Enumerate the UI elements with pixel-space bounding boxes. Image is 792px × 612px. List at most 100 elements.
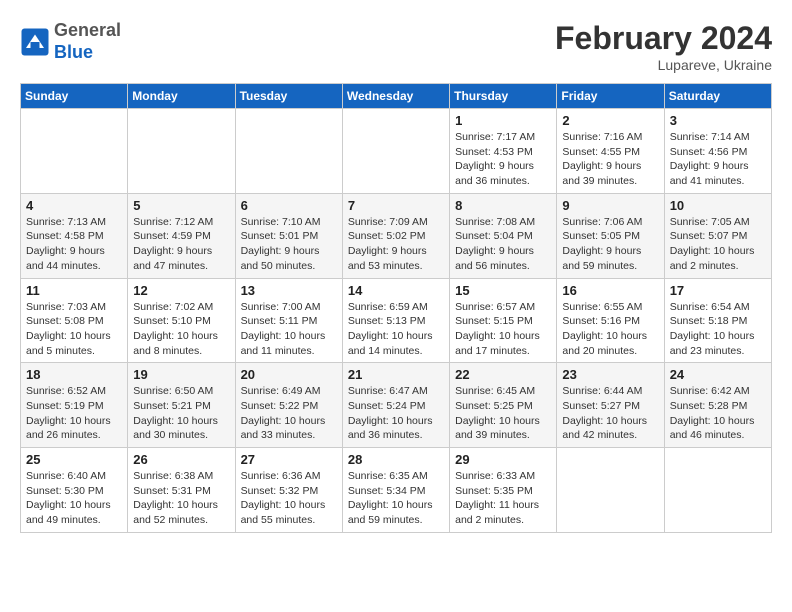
week-row-4: 25 Sunrise: 6:40 AM Sunset: 5:30 PM Dayli… xyxy=(21,448,772,533)
day-info: Sunrise: 7:00 AM Sunset: 5:11 PM Dayligh… xyxy=(241,300,337,359)
day-cell: 6 Sunrise: 7:10 AM Sunset: 5:01 PM Daylig… xyxy=(235,193,342,278)
day-number: 16 xyxy=(562,283,658,298)
day-cell: 14 Sunrise: 6:59 AM Sunset: 5:13 PM Dayli… xyxy=(342,278,449,363)
day-number: 10 xyxy=(670,198,766,213)
day-number: 28 xyxy=(348,452,444,467)
day-number: 1 xyxy=(455,113,551,128)
day-cell: 24 Sunrise: 6:42 AM Sunset: 5:28 PM Dayli… xyxy=(664,363,771,448)
location: Lupareve, Ukraine xyxy=(555,57,772,73)
day-cell: 10 Sunrise: 7:05 AM Sunset: 5:07 PM Dayli… xyxy=(664,193,771,278)
day-number: 11 xyxy=(26,283,122,298)
day-cell: 3 Sunrise: 7:14 AM Sunset: 4:56 PM Daylig… xyxy=(664,109,771,194)
day-cell: 1 Sunrise: 7:17 AM Sunset: 4:53 PM Daylig… xyxy=(450,109,557,194)
day-info: Sunrise: 7:16 AM Sunset: 4:55 PM Dayligh… xyxy=(562,130,658,189)
day-number: 29 xyxy=(455,452,551,467)
logo-line2: Blue xyxy=(54,42,121,64)
day-cell: 27 Sunrise: 6:36 AM Sunset: 5:32 PM Dayli… xyxy=(235,448,342,533)
day-cell: 18Sunrise: 6:52 AM Sunset: 5:19 PM Dayli… xyxy=(21,363,128,448)
day-number: 6 xyxy=(241,198,337,213)
day-info: Sunrise: 6:33 AM Sunset: 5:35 PM Dayligh… xyxy=(455,469,551,528)
day-cell: 8Sunrise: 7:08 AM Sunset: 5:04 PM Daylig… xyxy=(450,193,557,278)
weekday-header-row: SundayMondayTuesdayWednesdayThursdayFrid… xyxy=(21,84,772,109)
day-info: Sunrise: 7:14 AM Sunset: 4:56 PM Dayligh… xyxy=(670,130,766,189)
day-cell xyxy=(21,109,128,194)
page: General Blue February 2024 Lupareve, Ukr… xyxy=(0,0,792,543)
day-info: Sunrise: 6:55 AM Sunset: 5:16 PM Dayligh… xyxy=(562,300,658,359)
day-number: 13 xyxy=(241,283,337,298)
week-row-3: 18Sunrise: 6:52 AM Sunset: 5:19 PM Dayli… xyxy=(21,363,772,448)
day-cell: 26 Sunrise: 6:38 AM Sunset: 5:31 PM Dayli… xyxy=(128,448,235,533)
day-cell: 5 Sunrise: 7:12 AM Sunset: 4:59 PM Daylig… xyxy=(128,193,235,278)
day-number: 12 xyxy=(133,283,229,298)
day-number: 27 xyxy=(241,452,337,467)
day-cell xyxy=(342,109,449,194)
day-number: 26 xyxy=(133,452,229,467)
day-number: 22 xyxy=(455,367,551,382)
day-info: Sunrise: 6:59 AM Sunset: 5:13 PM Dayligh… xyxy=(348,300,444,359)
day-info: Sunrise: 6:36 AM Sunset: 5:32 PM Dayligh… xyxy=(241,469,337,528)
day-cell xyxy=(235,109,342,194)
day-info: Sunrise: 6:45 AM Sunset: 5:25 PM Dayligh… xyxy=(455,384,551,443)
weekday-friday: Friday xyxy=(557,84,664,109)
day-info: Sunrise: 6:42 AM Sunset: 5:28 PM Dayligh… xyxy=(670,384,766,443)
day-cell: 7 Sunrise: 7:09 AM Sunset: 5:02 PM Daylig… xyxy=(342,193,449,278)
logo-text: General Blue xyxy=(54,20,121,63)
weekday-monday: Monday xyxy=(128,84,235,109)
day-number: 14 xyxy=(348,283,444,298)
day-cell: 11 Sunrise: 7:03 AM Sunset: 5:08 PM Dayli… xyxy=(21,278,128,363)
weekday-saturday: Saturday xyxy=(664,84,771,109)
day-info: Sunrise: 6:38 AM Sunset: 5:31 PM Dayligh… xyxy=(133,469,229,528)
day-cell: 20 Sunrise: 6:49 AM Sunset: 5:22 PM Dayli… xyxy=(235,363,342,448)
weekday-sunday: Sunday xyxy=(21,84,128,109)
day-info: Sunrise: 7:17 AM Sunset: 4:53 PM Dayligh… xyxy=(455,130,551,189)
day-cell xyxy=(557,448,664,533)
day-cell: 13 Sunrise: 7:00 AM Sunset: 5:11 PM Dayli… xyxy=(235,278,342,363)
day-info: Sunrise: 6:54 AM Sunset: 5:18 PM Dayligh… xyxy=(670,300,766,359)
day-number: 2 xyxy=(562,113,658,128)
week-row-1: 4 Sunrise: 7:13 AM Sunset: 4:58 PM Daylig… xyxy=(21,193,772,278)
day-info: Sunrise: 6:50 AM Sunset: 5:21 PM Dayligh… xyxy=(133,384,229,443)
day-number: 20 xyxy=(241,367,337,382)
day-info: Sunrise: 7:13 AM Sunset: 4:58 PM Dayligh… xyxy=(26,215,122,274)
day-cell: 9 Sunrise: 7:06 AM Sunset: 5:05 PM Daylig… xyxy=(557,193,664,278)
day-info: Sunrise: 6:40 AM Sunset: 5:30 PM Dayligh… xyxy=(26,469,122,528)
logo-line1: General xyxy=(54,20,121,42)
day-number: 9 xyxy=(562,198,658,213)
day-info: Sunrise: 7:06 AM Sunset: 5:05 PM Dayligh… xyxy=(562,215,658,274)
day-info: Sunrise: 6:52 AM Sunset: 5:19 PM Dayligh… xyxy=(26,384,122,443)
logo: General Blue xyxy=(20,20,121,63)
day-info: Sunrise: 6:57 AM Sunset: 5:15 PM Dayligh… xyxy=(455,300,551,359)
day-cell: 22 Sunrise: 6:45 AM Sunset: 5:25 PM Dayli… xyxy=(450,363,557,448)
day-number: 4 xyxy=(26,198,122,213)
day-info: Sunrise: 7:03 AM Sunset: 5:08 PM Dayligh… xyxy=(26,300,122,359)
day-info: Sunrise: 6:49 AM Sunset: 5:22 PM Dayligh… xyxy=(241,384,337,443)
day-number: 7 xyxy=(348,198,444,213)
day-cell: 23Sunrise: 6:44 AM Sunset: 5:27 PM Dayli… xyxy=(557,363,664,448)
day-cell: 21 Sunrise: 6:47 AM Sunset: 5:24 PM Dayli… xyxy=(342,363,449,448)
day-number: 24 xyxy=(670,367,766,382)
logo-icon xyxy=(20,27,50,57)
day-info: Sunrise: 6:47 AM Sunset: 5:24 PM Dayligh… xyxy=(348,384,444,443)
day-cell xyxy=(128,109,235,194)
day-number: 21 xyxy=(348,367,444,382)
day-number: 3 xyxy=(670,113,766,128)
day-cell: 28Sunrise: 6:35 AM Sunset: 5:34 PM Dayli… xyxy=(342,448,449,533)
day-cell: 17 Sunrise: 6:54 AM Sunset: 5:18 PM Dayli… xyxy=(664,278,771,363)
weekday-tuesday: Tuesday xyxy=(235,84,342,109)
day-number: 25 xyxy=(26,452,122,467)
day-info: Sunrise: 7:12 AM Sunset: 4:59 PM Dayligh… xyxy=(133,215,229,274)
day-info: Sunrise: 7:05 AM Sunset: 5:07 PM Dayligh… xyxy=(670,215,766,274)
day-cell: 12 Sunrise: 7:02 AM Sunset: 5:10 PM Dayli… xyxy=(128,278,235,363)
week-row-2: 11 Sunrise: 7:03 AM Sunset: 5:08 PM Dayli… xyxy=(21,278,772,363)
day-number: 17 xyxy=(670,283,766,298)
day-number: 23 xyxy=(562,367,658,382)
day-info: Sunrise: 7:09 AM Sunset: 5:02 PM Dayligh… xyxy=(348,215,444,274)
day-cell: 29 Sunrise: 6:33 AM Sunset: 5:35 PM Dayli… xyxy=(450,448,557,533)
day-cell: 25 Sunrise: 6:40 AM Sunset: 5:30 PM Dayli… xyxy=(21,448,128,533)
day-info: Sunrise: 7:02 AM Sunset: 5:10 PM Dayligh… xyxy=(133,300,229,359)
title-block: February 2024 Lupareve, Ukraine xyxy=(555,20,772,73)
day-info: Sunrise: 7:10 AM Sunset: 5:01 PM Dayligh… xyxy=(241,215,337,274)
day-cell: 4 Sunrise: 7:13 AM Sunset: 4:58 PM Daylig… xyxy=(21,193,128,278)
day-number: 5 xyxy=(133,198,229,213)
weekday-thursday: Thursday xyxy=(450,84,557,109)
